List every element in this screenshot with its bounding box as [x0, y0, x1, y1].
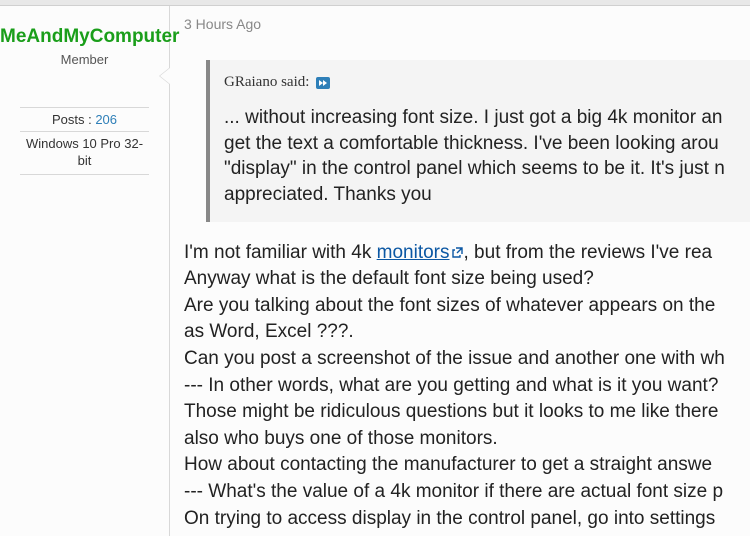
quote-author-said: GRaiano said:	[224, 74, 309, 90]
speech-bubble-tail	[160, 68, 170, 84]
post-line-9: How about contacting the manufacturer to…	[184, 454, 712, 475]
user-stats: Posts : 206 Windows 10 Pro 32-bit	[0, 107, 169, 175]
posts-label: Posts :	[52, 112, 92, 127]
post-line-2: Anyway what is the default font size bei…	[184, 268, 594, 289]
user-sidebar: MeAndMyComputer Member Posts : 206 Windo…	[0, 6, 170, 536]
user-role: Member	[0, 52, 169, 67]
post-container: MeAndMyComputer Member Posts : 206 Windo…	[0, 6, 750, 536]
post-timestamp[interactable]: 3 Hours Ago	[184, 16, 750, 32]
post-line-11: On trying to access display in the contr…	[184, 508, 715, 529]
post-body: I'm not familiar with 4k monitors, but f…	[184, 240, 750, 533]
post-main: 3 Hours Ago GRaiano said: ... without in…	[170, 6, 750, 536]
posts-count-link[interactable]: 206	[95, 112, 117, 127]
external-link-icon	[452, 246, 464, 258]
post-line-7: Those might be ridiculous questions but …	[184, 401, 718, 422]
post-line-8: also who buys one of those monitors.	[184, 428, 498, 449]
post-line-3: Are you talking about the font sizes of …	[184, 295, 715, 316]
post-line-1-suffix: , but from the reviews I've rea	[464, 242, 713, 263]
quote-block: GRaiano said: ... without increasing fon…	[206, 60, 750, 222]
post-line-4: as Word, Excel ???.	[184, 321, 354, 342]
quote-jump-icon[interactable]	[316, 77, 330, 89]
post-line-6: --- In other words, what are you getting…	[184, 375, 718, 396]
quote-attribution: GRaiano said:	[224, 74, 742, 91]
username-link[interactable]: MeAndMyComputer	[0, 26, 169, 48]
quote-body: ... without increasing font size. I just…	[224, 105, 742, 208]
monitors-link[interactable]: monitors	[377, 242, 464, 263]
post-line-1-prefix: I'm not familiar with 4k	[184, 242, 377, 263]
posts-count-row: Posts : 206	[20, 107, 149, 132]
post-line-10: --- What's the value of a 4k monitor if …	[184, 481, 723, 502]
post-line-5: Can you post a screenshot of the issue a…	[184, 348, 725, 369]
os-info: Windows 10 Pro 32-bit	[20, 132, 149, 175]
